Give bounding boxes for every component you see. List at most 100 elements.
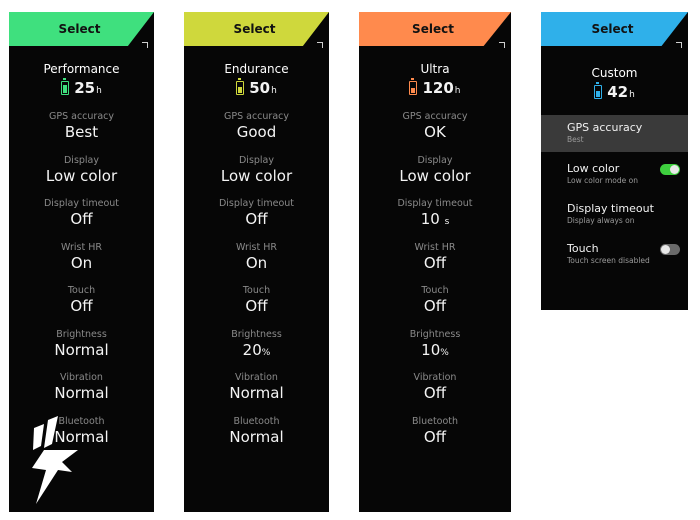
setting-value: Low color <box>220 166 293 185</box>
setting-value: Normal <box>54 340 109 359</box>
setting-brightness[interactable]: Brightness 10% <box>359 329 511 373</box>
setting-display-timeout[interactable]: Display timeout 10 s <box>359 198 511 242</box>
mode-name: Custom <box>591 66 638 80</box>
setting-label: Bluetooth <box>411 415 459 427</box>
select-label: Select <box>591 22 634 36</box>
setting-label: Wrist HR <box>414 241 456 253</box>
setting-display-timeout[interactable]: Display timeout Off <box>9 198 154 242</box>
battery-icon <box>409 77 418 95</box>
setting-value: Normal <box>54 384 109 402</box>
custom-settings-list: GPS accuracy Best Low color Low color mo… <box>541 115 688 276</box>
setting-value: Off <box>245 210 268 228</box>
setting-wrist-hr[interactable]: Wrist HR On <box>184 242 329 286</box>
setting-label: GPS accuracy <box>48 111 114 122</box>
setting-vibration[interactable]: Vibration Off <box>359 372 511 416</box>
battery-hours: 120h <box>359 77 511 97</box>
setting-display-timeout[interactable]: Display timeout Off <box>184 198 329 242</box>
setting-label: Brightness <box>231 328 282 340</box>
setting-label: Touch <box>242 285 271 296</box>
timeout-unit: s <box>444 217 450 227</box>
setting-display[interactable]: Display Low color <box>359 155 511 199</box>
setting-value: Off <box>423 384 447 402</box>
mode-panel-endurance: Select Endurance 50h GPS accuracy Good Di… <box>184 12 329 512</box>
hours-value: 42 <box>607 83 629 101</box>
mode-summary: Custom 42h <box>541 66 688 101</box>
setting-value: On <box>245 253 268 272</box>
setting-brightness[interactable]: Brightness 20% <box>184 329 329 373</box>
select-header[interactable]: Select <box>359 12 511 46</box>
battery-icon <box>236 77 245 95</box>
setting-gps-accuracy[interactable]: GPS accuracy Good <box>184 111 329 155</box>
setting-display[interactable]: Display Low color <box>9 155 154 199</box>
setting-label: GPS accuracy <box>223 111 289 122</box>
mode-summary: Performance 25h <box>9 62 154 97</box>
select-header[interactable]: Select <box>184 12 329 46</box>
setting-label: Vibration <box>413 372 457 383</box>
setting-label: Display timeout <box>397 198 473 209</box>
timeout-number: 10 <box>420 210 440 228</box>
setting-touch[interactable]: Touch Off <box>9 285 154 329</box>
setting-label: Display <box>417 154 453 166</box>
setting-bluetooth[interactable]: Bluetooth Off <box>359 416 511 460</box>
setting-gps-accuracy[interactable]: GPS accuracy Best <box>9 111 154 155</box>
setting-label: Brightness <box>56 328 107 340</box>
setting-touch[interactable]: Touch Off <box>184 285 329 329</box>
setting-vibration[interactable]: Vibration Normal <box>9 372 154 416</box>
custom-item-low-color[interactable]: Low color Low color mode on <box>541 156 688 196</box>
setting-value: 20% <box>184 341 329 359</box>
custom-item-gps-accuracy[interactable]: GPS accuracy Best <box>541 115 688 152</box>
setting-value: Low color <box>45 166 118 185</box>
hours-unit: h <box>271 86 277 96</box>
setting-value: OK <box>424 123 446 141</box>
select-label: Select <box>412 22 454 36</box>
item-subtitle: Best <box>567 135 584 144</box>
item-title: Display timeout <box>567 202 654 215</box>
hours-value: 50 <box>249 79 271 97</box>
setting-value: Off <box>423 297 447 315</box>
setting-value: On <box>70 253 93 272</box>
settings-list: GPS accuracy OK Display Low color Display … <box>359 111 511 459</box>
setting-wrist-hr[interactable]: Wrist HR Off <box>359 242 511 286</box>
setting-label: Display <box>63 154 100 166</box>
setting-vibration[interactable]: Vibration Normal <box>184 372 329 416</box>
setting-value: 10 s <box>359 210 511 228</box>
brightness-unit: % <box>261 347 271 358</box>
brand-logo-icon <box>32 416 78 504</box>
mode-name: Ultra <box>420 62 450 76</box>
settings-list: GPS accuracy Best Display Low color Displa… <box>9 111 154 459</box>
setting-label: Bluetooth <box>233 415 280 427</box>
setting-gps-accuracy[interactable]: GPS accuracy OK <box>359 111 511 155</box>
mode-summary: Ultra 120h <box>359 62 511 97</box>
battery-icon <box>61 77 70 95</box>
brightness-number: 20 <box>242 340 262 359</box>
select-header[interactable]: Select <box>541 12 688 46</box>
setting-value: Off <box>423 427 447 446</box>
setting-label: Wrist HR <box>236 241 277 253</box>
setting-label: Wrist HR <box>61 241 102 253</box>
brightness-unit: % <box>440 347 449 358</box>
setting-brightness[interactable]: Brightness Normal <box>9 329 154 373</box>
setting-display[interactable]: Display Low color <box>184 155 329 199</box>
setting-label: GPS accuracy <box>402 111 468 122</box>
battery-hours: 25h <box>9 77 154 97</box>
setting-wrist-hr[interactable]: Wrist HR On <box>9 242 154 286</box>
low-color-toggle[interactable] <box>660 164 680 175</box>
setting-label: Touch <box>67 285 96 296</box>
touch-toggle[interactable] <box>660 244 680 255</box>
custom-item-touch[interactable]: Touch Touch screen disabled <box>541 236 688 276</box>
setting-value: Normal <box>229 427 284 446</box>
battery-icon <box>594 81 603 99</box>
hours-unit: h <box>629 90 635 100</box>
setting-value: Off <box>245 297 268 315</box>
battery-hours: 50h <box>184 77 329 97</box>
setting-label: Display timeout <box>218 198 295 209</box>
custom-item-display-timeout[interactable]: Display timeout Display always on <box>541 196 688 236</box>
select-header[interactable]: Select <box>9 12 154 46</box>
hours-value: 25 <box>74 79 96 97</box>
setting-label: Display timeout <box>43 198 120 209</box>
setting-bluetooth[interactable]: Bluetooth Normal <box>184 416 329 460</box>
setting-touch[interactable]: Touch Off <box>359 285 511 329</box>
setting-label: Vibration <box>235 372 278 383</box>
corner-arrow-icon <box>499 42 505 48</box>
item-title: Low color <box>567 162 620 175</box>
